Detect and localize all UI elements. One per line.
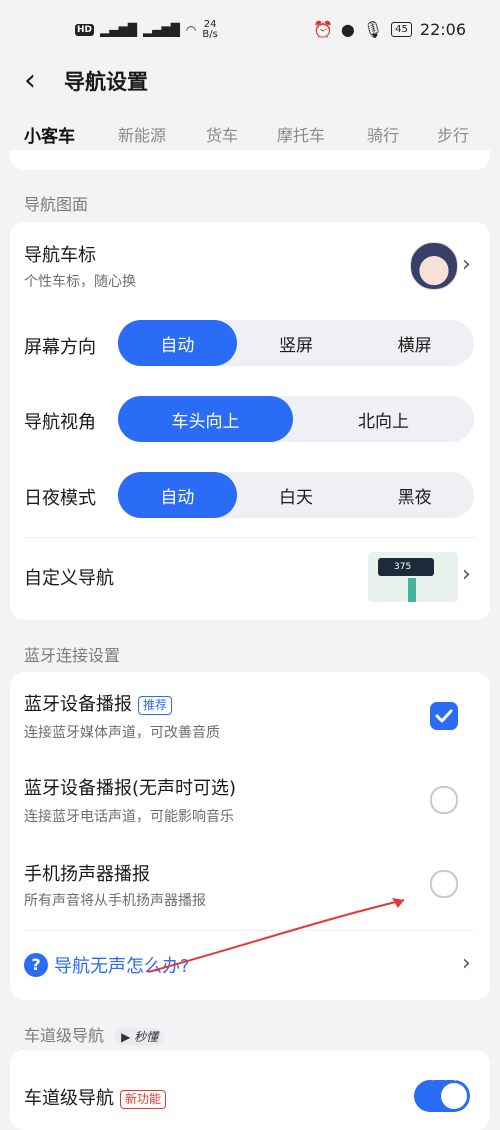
vehicle-tabs: 小客车 新能源 货车 摩托车 骑行 步行	[0, 122, 500, 158]
location-icon: ●	[340, 20, 355, 39]
tab-cycling[interactable]: 骑行	[367, 122, 399, 146]
view-north-up[interactable]: 北向上	[293, 396, 474, 442]
wifi-icon: ◠	[185, 23, 197, 37]
bt-phone-title: 蓝牙设备播报(无声时可选)	[24, 778, 237, 799]
signal-icon: ▂▄▆█	[100, 23, 137, 37]
speaker-title: 手机扬声器播报	[24, 864, 150, 885]
chevron-right-icon: ›	[462, 252, 471, 277]
mic-icon: 🎙	[362, 20, 384, 39]
hd-icon: HD	[75, 24, 95, 36]
section-map-display: 导航图面	[24, 195, 89, 214]
lane-title-text: 车道级导航	[24, 1088, 114, 1109]
status-right: ⏰ ● 🎙 45 22:06	[313, 20, 466, 39]
battery-icon: 45	[391, 22, 412, 37]
bt-phone-checkbox[interactable]	[430, 786, 458, 814]
avatar	[410, 242, 458, 290]
chevron-right-icon: ›	[462, 951, 471, 976]
car-icon-subtitle: 个性车标，随心换	[24, 274, 136, 290]
orientation-auto[interactable]: 自动	[118, 320, 237, 366]
daynight-selector: 自动 白天 黑夜	[118, 472, 474, 518]
play-icon: ▶ 秒懂	[115, 1028, 165, 1045]
bt-media-title-text: 蓝牙设备播报	[24, 694, 132, 715]
car-icon-title: 导航车标	[24, 245, 96, 266]
help-icon: ?	[24, 953, 48, 977]
orientation-landscape[interactable]: 横屏	[355, 320, 474, 366]
status-bar: HD ▂▄▆█ ▂▄▆█ ◠ 24 B/s ⏰ ● 🎙 45 22:06	[0, 0, 500, 60]
lane-badge: 秒懂	[134, 1030, 159, 1044]
section-lane-nav: 车道级导航 ▶ 秒懂	[24, 1022, 165, 1046]
section-lane-nav-text: 车道级导航	[24, 1026, 105, 1045]
custom-nav-row[interactable]: 自定义导航 375 ›	[10, 538, 490, 620]
bt-phone-row[interactable]: 蓝牙设备播报(无声时可选) 连接蓝牙电话声道，可能影响音乐	[10, 758, 490, 844]
speaker-checkbox[interactable]	[430, 870, 458, 898]
chevron-right-icon: ›	[462, 562, 471, 587]
tab-walking[interactable]: 步行	[437, 122, 469, 146]
page-title: 导航设置	[64, 70, 148, 94]
bt-media-subtitle: 连接蓝牙媒体声道，可改善音质	[24, 725, 220, 741]
map-display-card: 导航车标 个性车标，随心换 › 屏幕方向 自动 竖屏 横屏 导航视角 车头向上 …	[10, 222, 490, 620]
bt-media-title: 蓝牙设备播报 推荐	[24, 690, 173, 716]
status-left: HD ▂▄▆█ ▂▄▆█ ◠ 24 B/s	[75, 20, 218, 40]
view-selector: 车头向上 北向上	[118, 396, 474, 442]
view-label: 导航视角	[24, 412, 96, 433]
net-speed: 24 B/s	[202, 20, 217, 40]
daynight-auto[interactable]: 自动	[118, 472, 237, 518]
bt-phone-subtitle: 连接蓝牙电话声道，可能影响音乐	[24, 809, 234, 825]
back-button[interactable]: ‹	[24, 66, 36, 96]
checkmark-icon	[435, 709, 453, 723]
toggle-knob	[441, 1083, 467, 1109]
section-bluetooth: 蓝牙连接设置	[24, 646, 121, 665]
custom-nav-preview: 375	[368, 552, 458, 602]
signal-icon-2: ▂▄▆█	[142, 23, 180, 37]
alarm-icon: ⏰	[312, 20, 333, 39]
card-edge	[10, 150, 490, 170]
daynight-label: 日夜模式	[24, 488, 96, 509]
clock: 22:06	[419, 20, 466, 39]
tab-car[interactable]: 小客车	[24, 122, 75, 147]
car-icon-row[interactable]: 导航车标 个性车标，随心换 ›	[10, 222, 490, 312]
view-heading-up[interactable]: 车头向上	[118, 396, 293, 442]
watermark: Baidu经验	[396, 1064, 490, 1085]
preview-road	[408, 578, 416, 602]
daynight-night[interactable]: 黑夜	[355, 472, 474, 518]
lane-title: 车道级导航 新功能	[24, 1084, 167, 1110]
net-speed-unit: B/s	[202, 29, 218, 40]
orientation-portrait[interactable]: 竖屏	[237, 320, 356, 366]
annotation-arrow	[147, 898, 405, 973]
bt-media-checkbox[interactable]	[430, 702, 458, 730]
custom-nav-title: 自定义导航	[24, 568, 114, 589]
tab-motorcycle[interactable]: 摩托车	[277, 122, 325, 146]
preview-banner: 375	[378, 558, 434, 576]
orientation-selector: 自动 竖屏 横屏	[118, 320, 474, 366]
tab-truck[interactable]: 货车	[206, 122, 238, 146]
tab-ev[interactable]: 新能源	[118, 122, 166, 146]
bt-media-row[interactable]: 蓝牙设备播报 推荐 连接蓝牙媒体声道，可改善音质	[10, 672, 490, 758]
orientation-label: 屏幕方向	[24, 337, 96, 358]
recommend-badge: 推荐	[138, 695, 173, 715]
daynight-day[interactable]: 白天	[237, 472, 356, 518]
new-feature-badge: 新功能	[120, 1089, 167, 1109]
